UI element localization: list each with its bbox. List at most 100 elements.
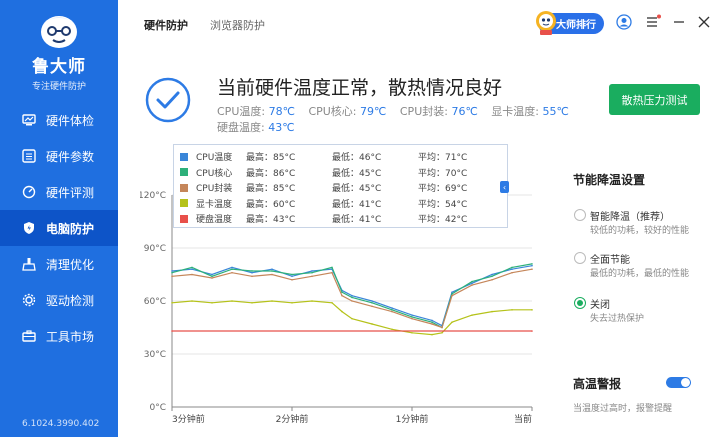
series-line: [171, 300, 532, 336]
sidebar-item-driver-check[interactable]: 驱动检测: [0, 282, 118, 318]
stress-test-button[interactable]: 散热压力测试: [609, 84, 700, 115]
logo: 鲁大师 专注硬件防护: [0, 10, 118, 92]
y-tick-label: 90°C: [144, 244, 166, 254]
sidebar-item-cleanup[interactable]: 清理优化: [0, 246, 118, 282]
legend-swatch: [180, 152, 188, 161]
data-point: [391, 310, 393, 313]
data-point: [371, 323, 373, 325]
sidebar-item-hardware-check[interactable]: 硬件体检: [0, 102, 118, 138]
sidebar-item-hardware-benchmark[interactable]: 硬件评测: [0, 174, 118, 210]
data-point: [411, 316, 413, 318]
legend-avg: 平均：42°C: [418, 215, 468, 226]
data-point: [191, 300, 193, 302]
menu-icon[interactable]: [645, 14, 661, 30]
legend-avg: 平均：69°C: [418, 184, 468, 195]
legend-swatch: [180, 168, 188, 177]
sidebar-item-pc-protection[interactable]: 电脑防护: [0, 210, 118, 246]
legend-min: 最低：41°C: [332, 215, 382, 226]
data-point: [271, 268, 273, 270]
data-point: [491, 273, 493, 276]
data-point: [171, 270, 173, 272]
close-icon[interactable]: [696, 14, 712, 30]
tab-hardware-protection[interactable]: 硬件防护: [144, 17, 188, 33]
high-temp-alarm-toggle[interactable]: [666, 377, 691, 388]
radio-button-selected[interactable]: [574, 297, 586, 309]
data-point: [191, 266, 193, 269]
data-point: [451, 294, 453, 297]
data-point: [511, 271, 513, 274]
data-point: [511, 266, 513, 269]
option-desc: 较低的功耗，较好的性能: [590, 226, 690, 236]
legend-swatch: [180, 199, 188, 208]
data-point: [311, 275, 313, 278]
data-point: [371, 301, 373, 304]
data-point: [171, 330, 173, 332]
option-desc: 最低的功耗，最低的性能: [590, 269, 690, 279]
sidebar-item-label: 清理优化: [46, 257, 95, 272]
data-point: [391, 328, 393, 331]
data-point: [271, 273, 273, 276]
sidebar-item-label: 驱动检测: [46, 293, 95, 308]
data-point: [371, 305, 373, 308]
sidebar-item-hardware-params[interactable]: 硬件参数: [0, 138, 118, 174]
user-icon[interactable]: [616, 14, 632, 30]
data-point: [331, 271, 333, 274]
legend-row: CPU温度 最高：85°C 最低：46°C 平均：71°C: [180, 149, 507, 165]
data-point: [351, 317, 353, 320]
broom-icon: [22, 257, 36, 271]
data-point: [441, 332, 443, 334]
data-point: [451, 291, 453, 293]
tab-browser-protection[interactable]: 浏览器防护: [210, 17, 265, 33]
data-point: [411, 332, 413, 334]
temp-label: 硬盘温度:: [217, 121, 265, 134]
legend-name: CPU核心: [196, 168, 233, 179]
y-tick-label: 120°C: [140, 191, 166, 201]
data-point: [271, 300, 273, 302]
radio-button[interactable]: [574, 252, 586, 264]
master-ranking-button[interactable]: 大师排行: [536, 11, 604, 35]
logo-mascot-icon: [36, 10, 82, 50]
data-point: [531, 268, 533, 270]
status-ok-icon: [145, 77, 191, 123]
data-point: [471, 284, 473, 286]
legend-name: CPU封装: [196, 184, 233, 195]
sidebar: 鲁大师 专注硬件防护 硬件体检 硬件参数 硬件评测 电脑防护 清理优化 驱动检测: [0, 0, 118, 437]
sidebar-item-tool-market[interactable]: 工具市场: [0, 318, 118, 354]
version-label: 6.1024.3990.402: [22, 419, 100, 429]
data-point: [431, 323, 433, 325]
shield-icon: [22, 221, 36, 235]
temp-label: CPU封装:: [399, 105, 448, 118]
legend-max: 最高：86°C: [246, 168, 296, 179]
app-subtitle: 专注硬件防护: [31, 82, 86, 92]
top-tabs: 硬件防护 浏览器防护: [144, 17, 265, 33]
data-point: [251, 275, 253, 278]
high-temp-alarm-desc: 当温度过高时，报警提醒: [573, 404, 673, 414]
data-point: [411, 314, 413, 316]
data-point: [231, 266, 233, 269]
data-point: [231, 271, 233, 274]
high-temp-alarm-title: 高温警报: [573, 377, 622, 391]
data-point: [531, 263, 533, 265]
data-point: [211, 301, 213, 304]
legend-min: 最低：45°C: [332, 168, 382, 179]
data-point: [291, 273, 293, 276]
legend-row: 显卡温度 最高：60°C 最低：41°C 平均：54°C: [180, 196, 507, 212]
y-tick-label: 60°C: [144, 297, 166, 307]
temp-label: 显卡温度:: [491, 105, 540, 118]
legend-name: CPU温度: [196, 153, 233, 164]
legend-row: 硬盘温度 最高：43°C 最低：41°C 平均：42°C: [180, 211, 507, 227]
option-label: 关闭: [590, 300, 610, 311]
radio-button[interactable]: [574, 209, 586, 221]
sidebar-item-label: 硬件评测: [46, 185, 95, 200]
data-point: [251, 270, 253, 272]
minimize-icon[interactable]: [671, 14, 687, 30]
gauge-icon: [22, 185, 36, 199]
legend-name: 硬盘温度: [196, 215, 233, 226]
legend-row: CPU核心 最高：86°C 最低：45°C 平均：70°C: [180, 165, 507, 181]
data-point: [431, 333, 433, 336]
x-tick-label: 3分钟前: [172, 413, 205, 425]
option-label: 智能降温（推荐）: [590, 212, 670, 223]
data-point: [311, 300, 313, 302]
list-icon: [22, 149, 36, 163]
legend-collapse-handle[interactable]: ‹: [500, 181, 509, 193]
